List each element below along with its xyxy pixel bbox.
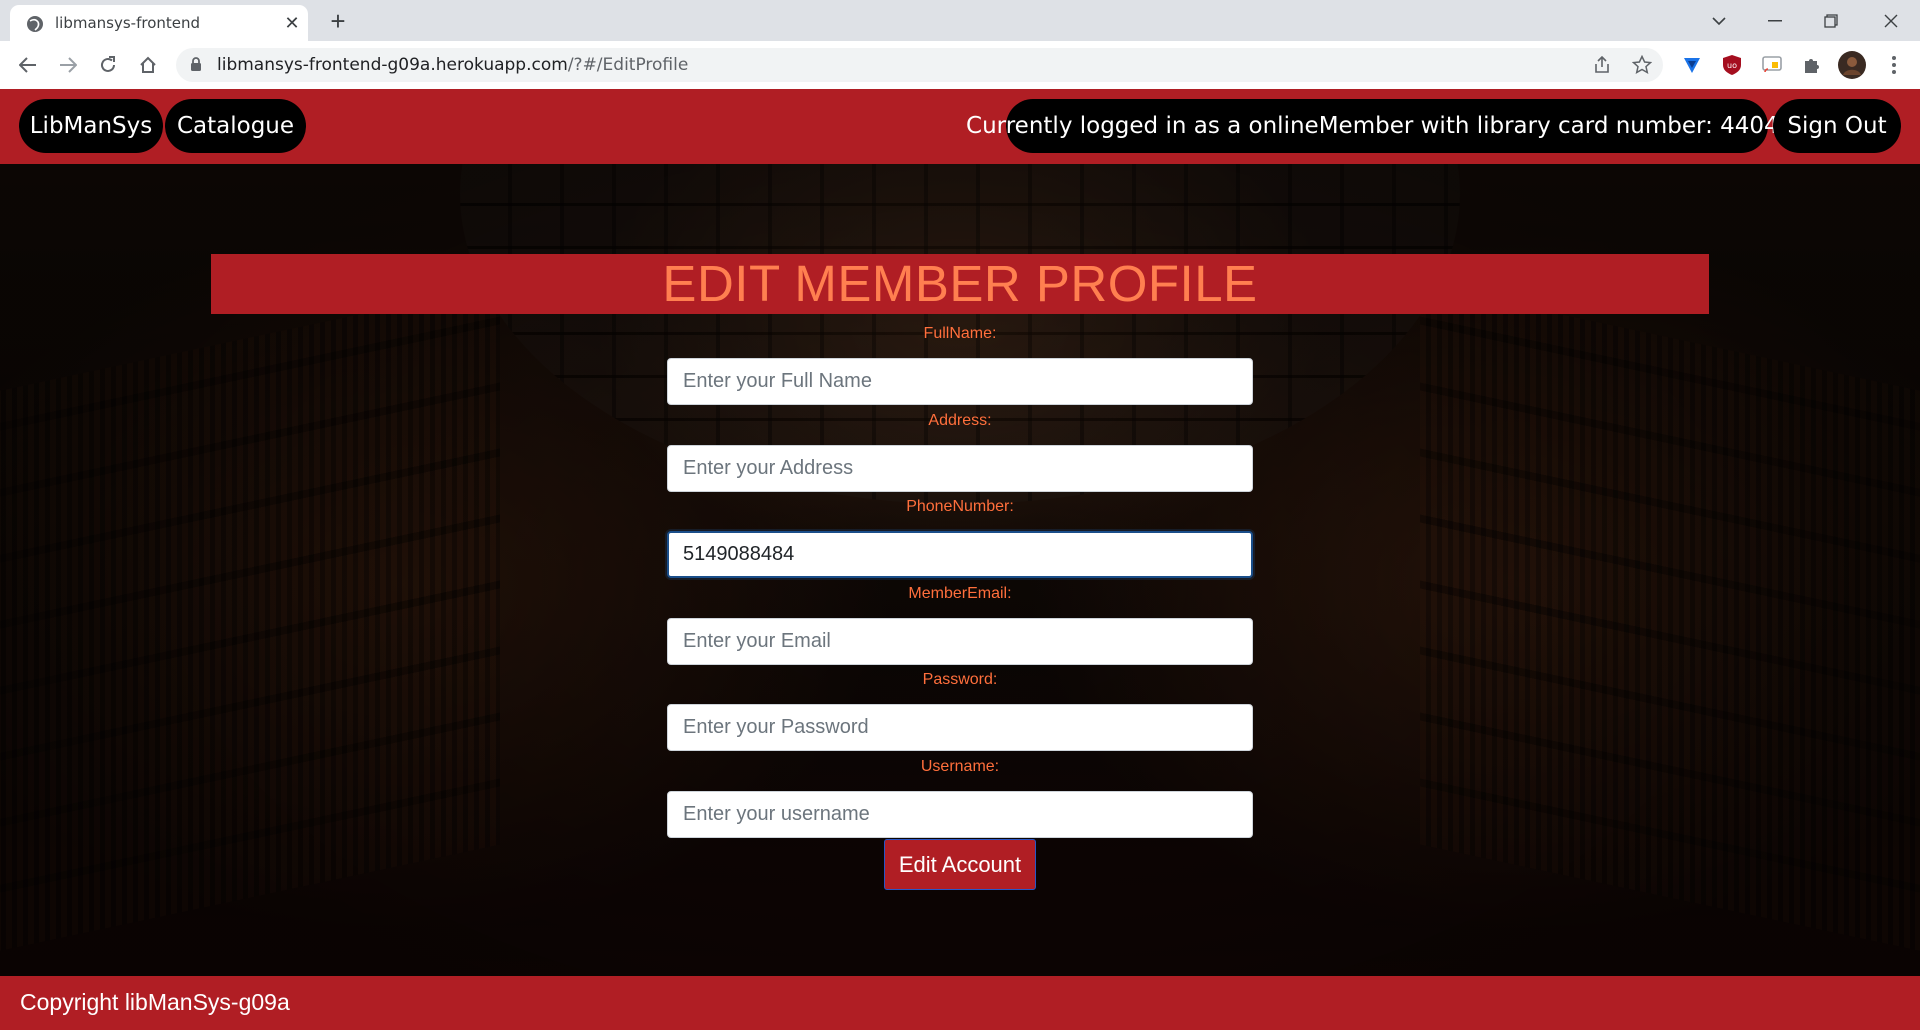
vpn-extension-icon[interactable] xyxy=(1676,49,1708,81)
username-label: Username: xyxy=(920,758,1000,775)
page-viewport: LibManSys Catalogue Currently logged in … xyxy=(0,89,1920,1030)
tab-close-icon[interactable]: ✕ xyxy=(281,12,303,34)
close-window-icon[interactable] xyxy=(1863,0,1919,41)
copyright-text: Copyright libManSys-g09a xyxy=(20,989,290,1015)
site-footer: Copyright libManSys-g09a xyxy=(0,976,1920,1030)
page-title: EDIT MEMBER PROFILE xyxy=(662,255,1258,312)
tab-title: libmansys-frontend xyxy=(55,14,201,32)
fullname-input[interactable] xyxy=(667,358,1253,405)
home-icon[interactable] xyxy=(132,49,164,81)
bookmark-star-icon[interactable] xyxy=(1631,54,1653,76)
lock-icon xyxy=(191,57,201,71)
fullname-label: FullName: xyxy=(923,325,997,342)
address-label: Address: xyxy=(928,412,992,429)
browser-toolbar: libmansys-frontend-g09a.herokuapp.com/?#… xyxy=(0,41,1920,89)
share-icon[interactable] xyxy=(1591,54,1613,76)
address-bar[interactable]: libmansys-frontend-g09a.herokuapp.com/?#… xyxy=(176,48,1663,82)
new-tab-icon[interactable]: + xyxy=(324,7,352,35)
member-email-label: MemberEmail: xyxy=(908,585,1012,602)
login-status-badge: Currently logged in as a onlineMember wi… xyxy=(966,99,1808,153)
ublock-extension-icon[interactable]: uo xyxy=(1716,49,1748,81)
menu-kebab-icon[interactable] xyxy=(1878,49,1910,81)
password-input[interactable] xyxy=(667,704,1253,751)
member-email-input[interactable] xyxy=(667,618,1253,665)
url-text: libmansys-frontend-g09a.herokuapp.com/?#… xyxy=(217,55,689,75)
tab-search-icon[interactable] xyxy=(1691,0,1747,41)
site-navbar: LibManSys Catalogue Currently logged in … xyxy=(0,89,1920,164)
brand-link[interactable]: LibManSys xyxy=(19,99,163,153)
phone-number-input[interactable] xyxy=(667,531,1253,578)
phone-number-label: PhoneNumber: xyxy=(906,498,1014,515)
password-label: Password: xyxy=(922,671,998,688)
minimize-icon[interactable] xyxy=(1747,0,1803,41)
extensions-puzzle-icon[interactable] xyxy=(1796,49,1828,81)
forward-icon[interactable] xyxy=(52,49,84,81)
cast-extension-icon[interactable] xyxy=(1756,49,1788,81)
edit-account-button[interactable]: Edit Account xyxy=(884,839,1036,890)
catalogue-link[interactable]: Catalogue xyxy=(165,99,306,153)
reload-icon[interactable] xyxy=(92,49,124,81)
globe-icon xyxy=(27,16,43,32)
back-icon[interactable] xyxy=(12,49,44,81)
page-title-banner: EDIT MEMBER PROFILE xyxy=(211,254,1709,314)
profile-avatar[interactable] xyxy=(1836,49,1868,81)
svg-text:uo: uo xyxy=(1727,61,1737,70)
restore-icon[interactable] xyxy=(1803,0,1859,41)
address-input[interactable] xyxy=(667,445,1253,492)
browser-tab[interactable]: libmansys-frontend ✕ xyxy=(10,5,308,41)
username-input[interactable] xyxy=(667,791,1253,838)
sign-out-button[interactable]: Sign Out xyxy=(1773,99,1901,153)
browser-tab-strip: libmansys-frontend ✕ + xyxy=(0,0,1920,41)
